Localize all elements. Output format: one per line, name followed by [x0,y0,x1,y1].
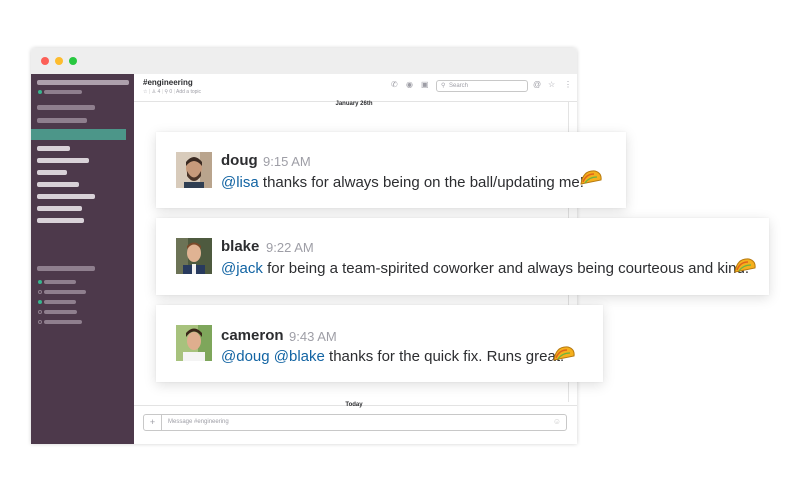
message-text: @doug @blake thanks for the quick fix. R… [221,348,564,365]
today-divider: Today [345,402,363,408]
details-panel-icon[interactable]: ▣ [421,81,429,89]
message-timestamp[interactable]: 9:22 AM [266,240,314,255]
info-icon[interactable]: ◉ [406,81,413,89]
channel-title[interactable]: #engineering [143,78,193,87]
team-name-placeholder[interactable] [37,80,129,85]
presence-dot-online [38,280,42,284]
search-placeholder: Search [449,83,469,89]
search-icon: ⚲ [441,83,446,89]
presence-dot-away [38,310,42,314]
emoji-picker-icon[interactable]: ☺ [553,417,561,426]
message-author[interactable]: cameron [221,327,284,344]
sidebar [31,74,134,444]
star-icon[interactable]: ☆ [143,89,147,95]
dm-item-placeholder[interactable] [44,320,82,324]
sidebar-item-placeholder[interactable] [37,118,87,123]
call-icon[interactable]: ✆ [391,81,398,89]
message-text: @jack for being a team-spirited coworker… [221,260,749,277]
taco-icon [553,346,575,361]
mention-link[interactable]: @jack [221,260,263,277]
taco-icon [734,258,756,273]
message-author[interactable]: doug [221,152,258,169]
channel-meta: ☆ | ♙ 4 | ⚲ 0 | Add a topic [143,89,202,95]
mention-link[interactable]: @blake [274,348,325,365]
message-input[interactable]: Message #engineering [168,419,229,425]
dm-item-placeholder[interactable] [44,300,76,304]
add-attachment-button[interactable]: + [144,415,162,430]
message-text: @lisa thanks for always being on the bal… [221,174,584,191]
message-timestamp[interactable]: 9:15 AM [263,154,311,169]
presence-dot-away [38,320,42,324]
date-divider: January 26th [335,101,373,107]
sidebar-item-placeholder[interactable] [37,105,95,110]
presence-dot-away [38,290,42,294]
message-body: thanks for always being on the ball/upda… [258,174,584,191]
pinned-count[interactable]: ⚲ 0 [164,89,172,95]
sidebar-item-placeholder[interactable] [37,218,84,223]
sidebar-item-placeholder[interactable] [37,158,89,163]
user-name-placeholder[interactable] [44,90,82,94]
taco-icon [580,170,602,185]
dm-item-placeholder[interactable] [44,290,86,294]
starred-items-icon[interactable]: ☆ [548,81,555,89]
avatar[interactable] [176,325,212,361]
message-timestamp[interactable]: 9:43 AM [289,329,337,344]
dm-item-placeholder[interactable] [44,280,76,284]
avatar[interactable] [176,238,212,274]
sidebar-item-placeholder[interactable] [37,146,70,151]
mention-link[interactable]: @lisa [221,174,259,191]
member-count[interactable]: ♙ 4 [152,89,161,95]
message-composer[interactable]: + Message #engineering ☺ [143,414,567,431]
minimize-window-button[interactable] [55,57,63,65]
more-menu-icon[interactable]: ⋮ [564,81,572,89]
message-card-cameron: cameron 9:43 AM @doug @blake thanks for … [156,305,603,382]
avatar[interactable] [176,152,212,188]
message-card-blake: blake 9:22 AM @jack for being a team-spi… [156,218,769,295]
sidebar-item-placeholder[interactable] [37,170,67,175]
message-body: thanks for the quick fix. Runs great! [324,348,565,365]
dm-item-placeholder[interactable] [44,310,77,314]
mentions-icon[interactable]: @ [533,81,541,89]
mention-link[interactable]: @doug [221,348,270,365]
search-input[interactable]: ⚲ Search [436,80,528,92]
add-topic-link[interactable]: Add a topic [176,89,201,95]
sidebar-section-placeholder[interactable] [37,266,95,271]
close-window-button[interactable] [41,57,49,65]
sidebar-item-placeholder[interactable] [37,194,95,199]
message-body: for being a team-spirited coworker and a… [262,260,750,277]
sidebar-item-placeholder[interactable] [37,182,79,187]
sidebar-item-active-channel[interactable] [31,129,126,140]
title-bar [31,48,577,74]
presence-dot-online [38,90,42,94]
presence-dot-online [38,300,42,304]
maximize-window-button[interactable] [69,57,77,65]
message-author[interactable]: blake [221,238,259,255]
message-card-doug: doug 9:15 AM @lisa thanks for always bei… [156,132,626,208]
sidebar-item-placeholder[interactable] [37,206,82,211]
